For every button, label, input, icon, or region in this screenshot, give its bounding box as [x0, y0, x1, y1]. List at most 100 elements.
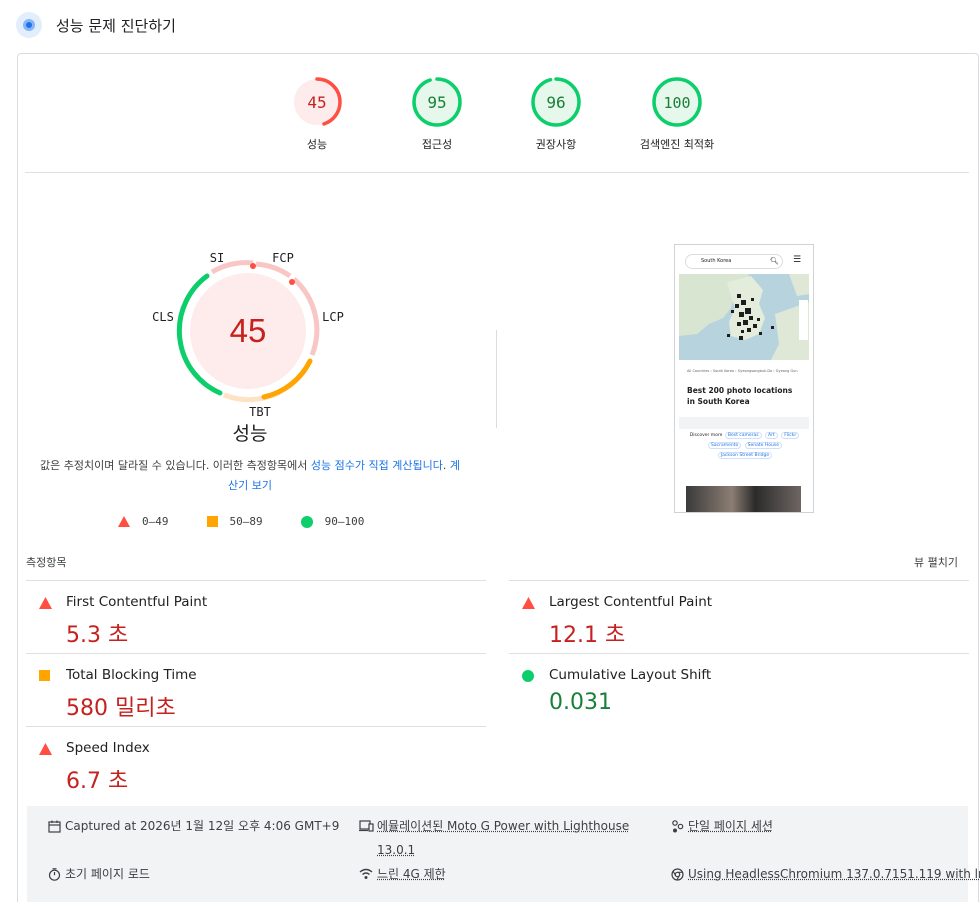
screenshot-title: Best 200 photo locations in South Korea	[687, 385, 799, 407]
session-text: 단일 페이지 세션	[688, 814, 773, 838]
metric-si: Speed Index 6.7 초	[26, 726, 486, 799]
circle-icon	[301, 516, 313, 528]
gauge-score: 95	[427, 93, 446, 112]
metric-value: 580 밀리초	[66, 690, 176, 722]
devices-icon	[357, 814, 375, 838]
note-text: 값은 추정치이며 달라질 수 있습니다. 이러한 측정항목에서	[40, 459, 311, 472]
captured-at: Captured at 2026년 1월 12일 오후 4:06 GMT+9	[45, 814, 339, 838]
search-icon: 🔍︎	[770, 257, 779, 265]
device-text: 에뮬레이션된 Moto G Power with Lighthouse	[377, 819, 629, 833]
legend-range: 90–100	[325, 515, 365, 528]
discover-tag: Flickr	[781, 432, 799, 439]
gauge-performance[interactable]: 45 성능	[267, 77, 367, 152]
metric-tbt: Total Blocking Time 580 밀리초	[26, 653, 486, 726]
discover-label: Discover more	[690, 433, 723, 438]
metric-value: 0.031	[549, 690, 612, 715]
marker-si	[250, 263, 256, 269]
browser-text: Using HeadlessChromium 137.0.7151.119 wi…	[688, 862, 980, 886]
discover-tag: Sacramento	[708, 442, 741, 449]
metric-name: Total Blocking Time	[66, 667, 197, 683]
label-fcp: FCP	[272, 251, 294, 265]
score-note: 값은 추정치이며 달라질 수 있습니다. 이러한 측정항목에서 성능 점수가 직…	[40, 456, 460, 496]
gauge-label: 권장사항	[506, 136, 606, 152]
session-type[interactable]: 단일 페이지 세션	[668, 814, 773, 838]
gauge-ring: 45	[292, 77, 342, 127]
label-lcp: LCP	[322, 310, 344, 324]
gauge-score: 45	[307, 93, 326, 112]
report-header: 성능 문제 진단하기	[16, 10, 176, 40]
metric-name: Speed Index	[66, 740, 150, 756]
score-calculation-link[interactable]: 성능 점수가 직접 계산됩니다	[311, 459, 443, 472]
divider	[496, 330, 497, 428]
square-icon	[207, 516, 218, 527]
gauge-label: 접근성	[387, 136, 487, 152]
legend-pass: 90–100	[301, 515, 365, 528]
calendar-icon	[45, 814, 63, 838]
device-version: 13.0.1	[377, 843, 415, 857]
wifi-icon	[357, 862, 375, 886]
performance-score: 45	[230, 312, 267, 349]
metric-cls: Cumulative Layout Shift 0.031	[509, 653, 969, 726]
page-title: 성능 문제 진단하기	[56, 15, 176, 36]
network-text: 느린 4G 제한	[377, 862, 446, 886]
pass-circle-icon	[522, 670, 534, 682]
discover-tag: Jackson Street Bridge	[718, 452, 772, 459]
load-text: 초기 페이지 로드	[65, 862, 150, 886]
legend-range: 0–49	[142, 515, 169, 528]
metrics-heading: 측정항목	[26, 554, 66, 570]
captured-text: Captured at 2026년 1월 12일 오후 4:06 GMT+9	[65, 814, 339, 838]
menu-icon: ☰	[793, 255, 801, 265]
discover-tag: Best cameras	[725, 432, 762, 439]
metric-name: First Contentful Paint	[66, 594, 207, 610]
gauge-score: 96	[546, 93, 565, 112]
legend-average: 50–89	[207, 515, 263, 528]
label-tbt: TBT	[249, 405, 271, 419]
gauge-best-practices[interactable]: 96 권장사항	[506, 77, 606, 152]
emulated-device[interactable]: 에뮬레이션된 Moto G Power with Lighthouse 13.0…	[357, 814, 629, 862]
metric-lcp: Largest Contentful Paint 12.1 초	[509, 580, 969, 653]
screenshot-separator	[679, 417, 809, 429]
screenshot-photo	[686, 486, 801, 513]
gauge-ring: 100	[652, 77, 702, 127]
category-gauges: 45 성능 95 접근성 96 권장사항 100 검색엔진 최적화	[25, 73, 969, 173]
marker-fcp	[289, 279, 295, 285]
gauge-seo[interactable]: 100 검색엔진 최적화	[627, 77, 727, 152]
metric-value: 6.7 초	[66, 763, 128, 795]
screenshot-search-bar: South Korea	[685, 254, 783, 269]
session-icon	[668, 814, 686, 838]
label-si: SI	[210, 251, 224, 265]
triangle-icon	[118, 516, 130, 527]
runtime-settings: Captured at 2026년 1월 12일 오후 4:06 GMT+9 에…	[27, 806, 968, 902]
gauge-score: 100	[663, 94, 690, 112]
legend-range: 50–89	[230, 515, 263, 528]
expand-view-toggle[interactable]: 뷰 펼치기	[914, 554, 958, 570]
browser-version[interactable]: Using HeadlessChromium 137.0.7151.119 wi…	[668, 862, 980, 886]
gauge-ring: 96	[531, 77, 581, 127]
discover-tag: Art	[765, 432, 778, 439]
page-load-type: 초기 페이지 로드	[45, 862, 150, 886]
metric-value: 5.3 초	[66, 617, 128, 649]
gauge-ring: 95	[412, 77, 462, 127]
gauge-accessibility[interactable]: 95 접근성	[387, 77, 487, 152]
lighthouse-icon	[16, 12, 42, 38]
final-screenshot[interactable]: South Korea 🔍︎ ☰ All Countries › South K…	[674, 244, 814, 513]
gauge-label: 검색엔진 최적화	[627, 136, 727, 152]
label-cls: CLS	[152, 310, 174, 324]
note-separator: .	[443, 459, 450, 472]
chrome-icon	[668, 862, 686, 886]
metric-name: Cumulative Layout Shift	[549, 667, 711, 683]
gauge-label: 성능	[267, 136, 367, 152]
discover-tag: Senate House	[745, 442, 782, 449]
metric-name: Largest Contentful Paint	[549, 594, 712, 610]
legend-fail: 0–49	[118, 515, 169, 528]
network-throttling[interactable]: 느린 4G 제한	[357, 862, 446, 886]
screenshot-map	[679, 274, 809, 360]
average-square-icon	[39, 670, 50, 681]
performance-title: 성능	[200, 419, 300, 446]
timer-icon	[45, 862, 63, 886]
fail-triangle-icon	[522, 597, 535, 609]
metric-fcp: First Contentful Paint 5.3 초	[26, 580, 486, 653]
performance-gauge: 45 SI FCP LCP TBT CLS	[140, 245, 360, 445]
screenshot-breadcrumb: All Countries › South Korea › Gyeongsang…	[687, 369, 798, 373]
fail-triangle-icon	[39, 597, 52, 609]
